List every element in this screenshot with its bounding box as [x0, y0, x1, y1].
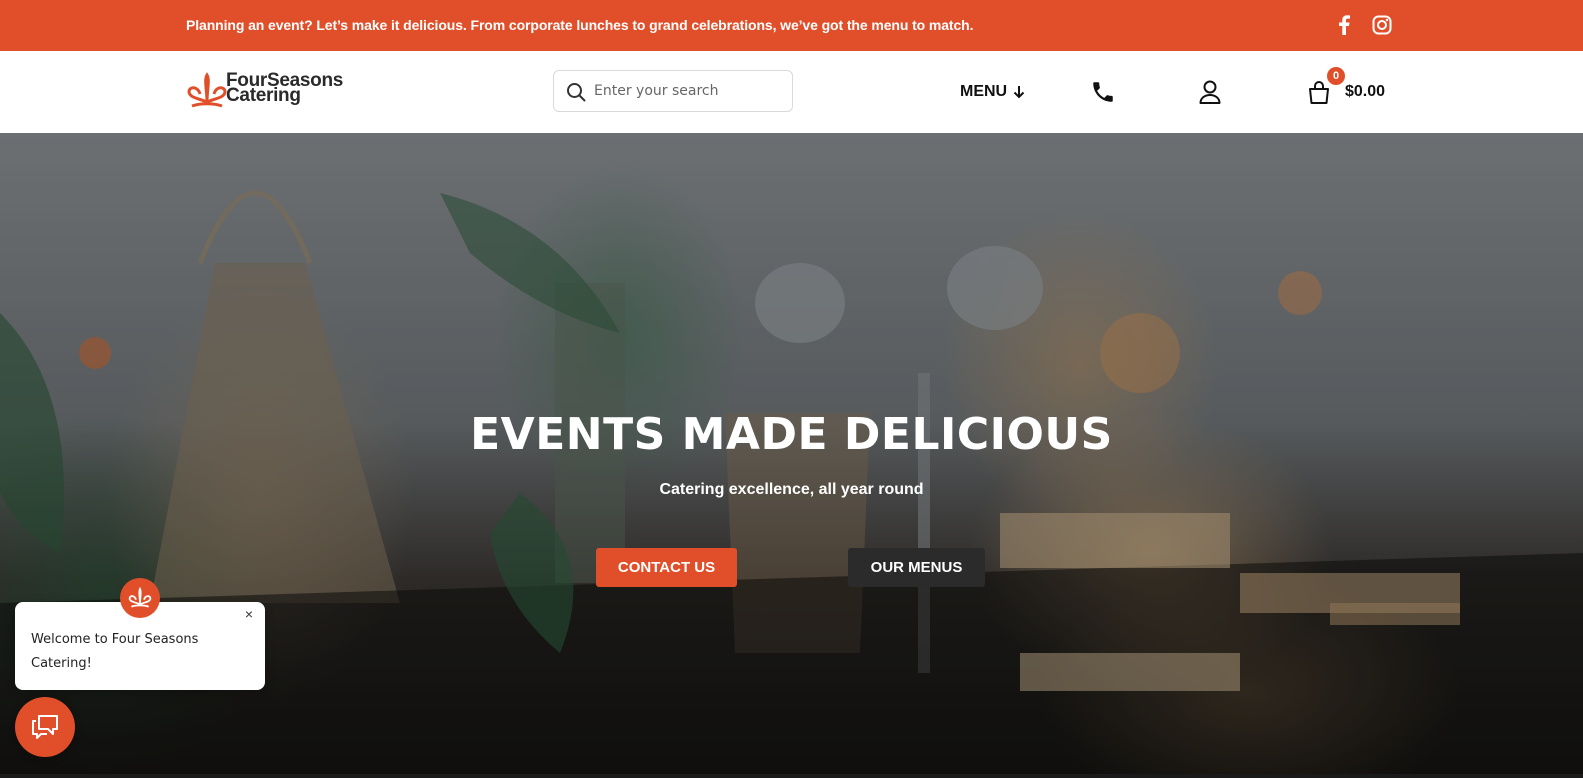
cart-total[interactable]: $0.00 [1345, 83, 1385, 101]
facebook-icon[interactable] [1332, 13, 1356, 37]
menu-button[interactable]: MENU [960, 80, 1025, 104]
chat-avatar [120, 578, 160, 618]
cart-count-badge: 0 [1327, 67, 1345, 85]
chat-welcome-message: Welcome to Four Seasons Catering! [31, 632, 199, 671]
arrow-down-icon [1013, 86, 1025, 99]
search-icon[interactable] [566, 82, 586, 102]
site-logo[interactable]: FourSeasons Catering [186, 70, 366, 114]
logo-text: FourSeasons Catering [226, 71, 343, 105]
phone-icon[interactable] [1090, 79, 1116, 105]
search-box [553, 70, 793, 112]
our-menus-button[interactable]: OUR MENUS [848, 548, 985, 587]
instagram-icon[interactable] [1370, 13, 1394, 37]
chat-launcher-button[interactable] [15, 697, 75, 757]
contact-us-button[interactable]: CONTACT US [596, 548, 737, 587]
close-icon[interactable]: × [241, 606, 257, 622]
cart-icon[interactable] [1307, 79, 1333, 105]
logo-flourish-icon [187, 72, 227, 108]
announcement-bar: Planning an event? Let’s make it delicio… [0, 0, 1583, 51]
announcement-text: Planning an event? Let’s make it delicio… [186, 17, 974, 33]
menu-label: MENU [960, 83, 1008, 100]
search-input[interactable] [594, 79, 784, 103]
site-header: FourSeasons Catering MENU 0 $0.00 [0, 51, 1583, 133]
hero-subtitle: Catering excellence, all year round [659, 481, 924, 498]
logo-flourish-icon [128, 587, 152, 608]
account-icon[interactable] [1198, 79, 1222, 105]
chat-icon [32, 715, 58, 739]
hero-title: EVENTS MADE DELICIOUS [470, 409, 1113, 460]
